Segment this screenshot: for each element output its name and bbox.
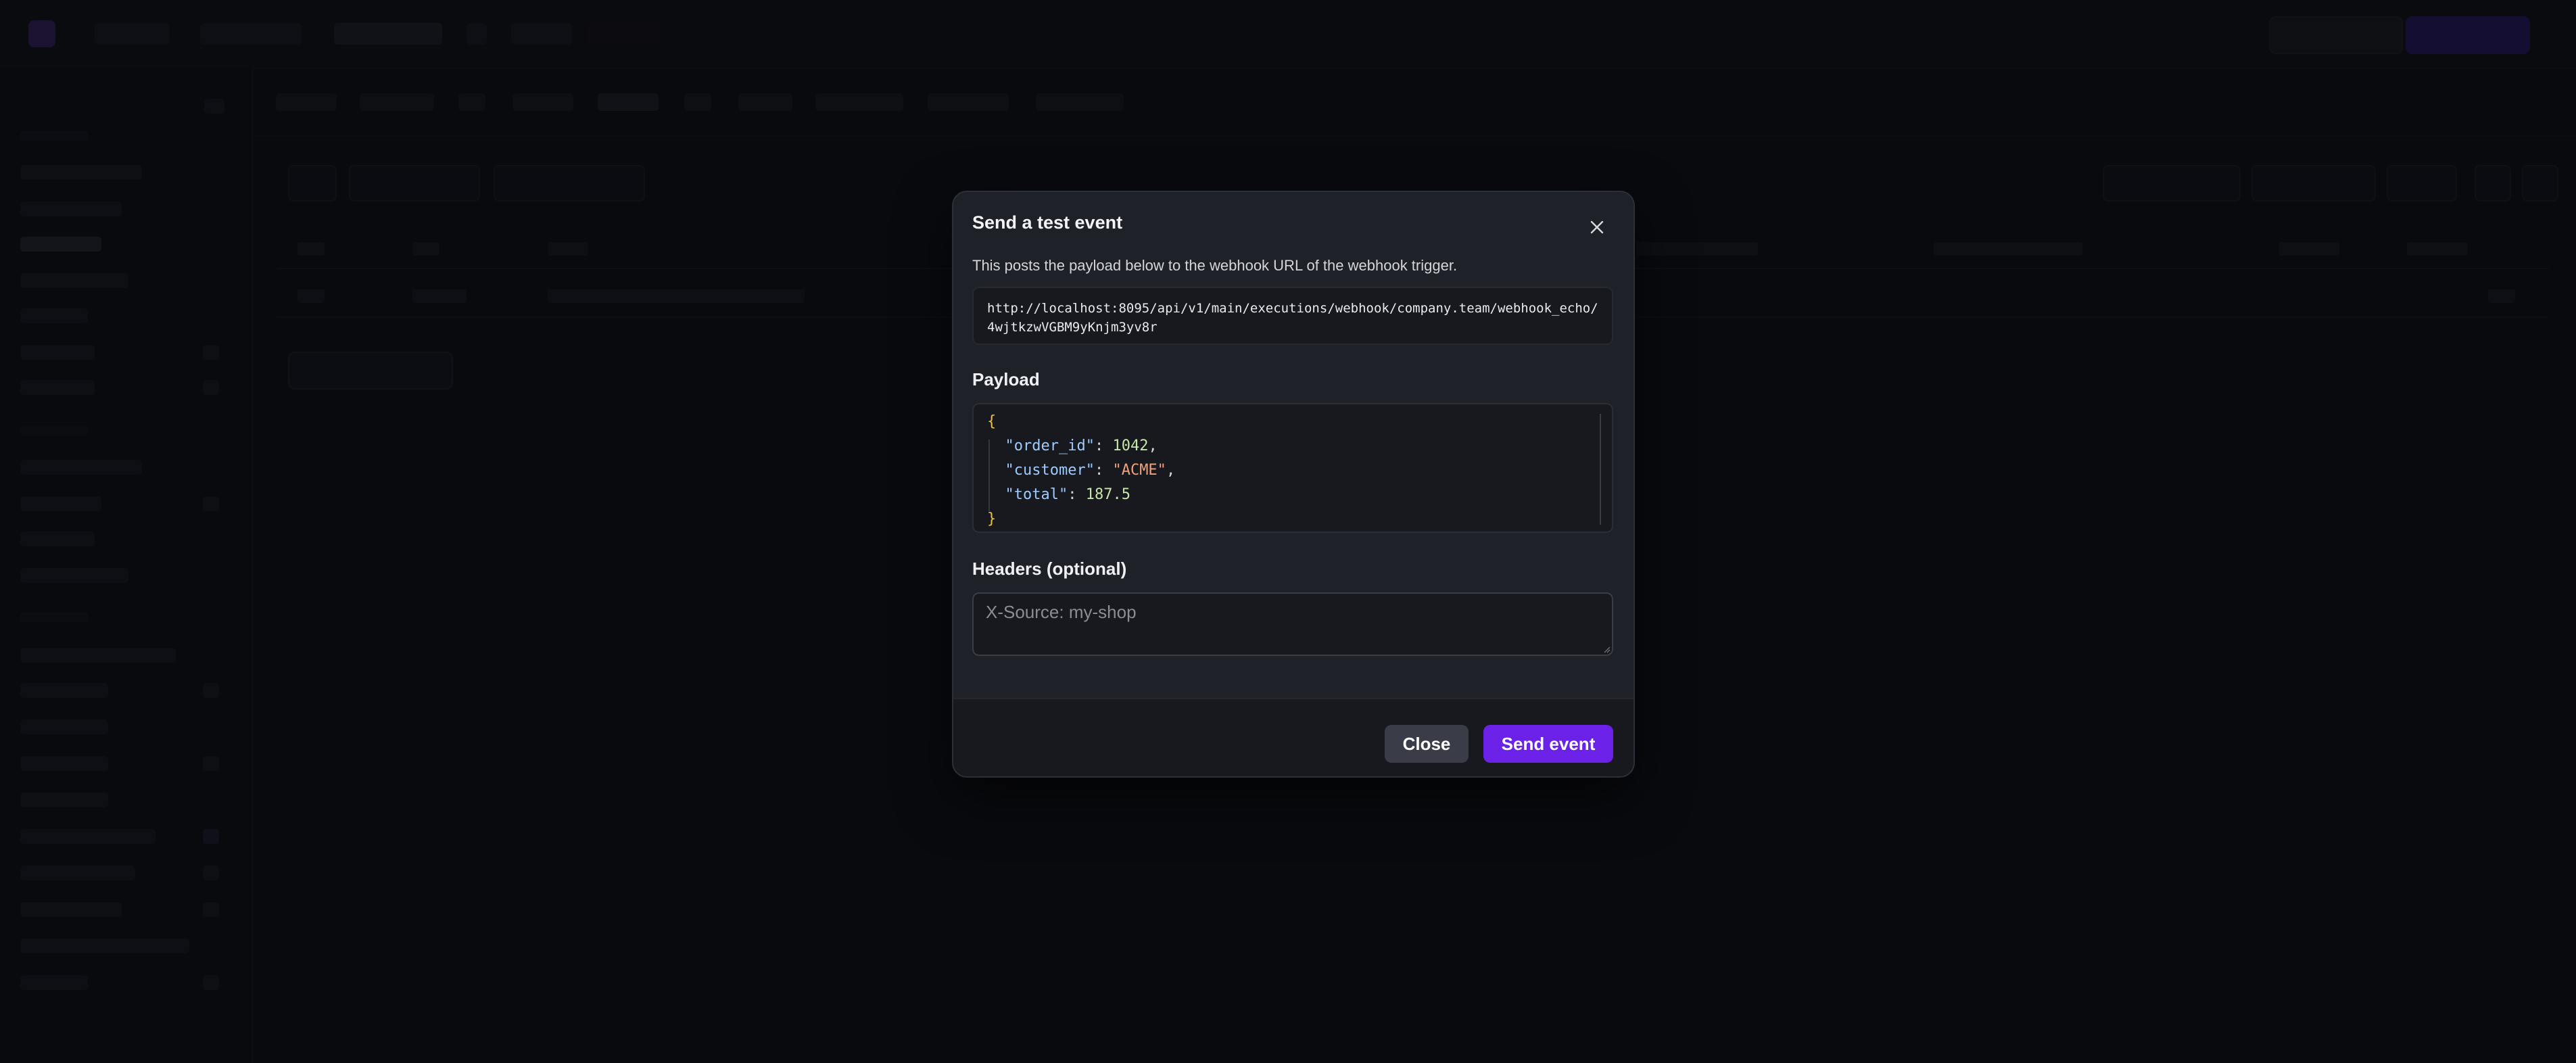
json-separator: : [1068,486,1086,503]
json-comma: , [1166,462,1176,479]
json-comma: , [1148,438,1158,454]
close-button[interactable]: Close [1385,725,1469,763]
close-icon-glyph [1590,220,1604,234]
code-line: "total": 187.5 [987,483,1175,507]
json-key: "customer" [1005,462,1095,479]
payload-code: { "order_id": 1042, "customer": "ACME", … [987,410,1175,532]
json-separator: : [1094,438,1113,454]
json-key: "order_id" [1005,438,1095,454]
dialog-title: Send a test event [972,212,1123,233]
payload-label: Payload [972,369,1040,389]
json-brace: } [987,511,997,527]
json-brace: { [987,413,997,430]
code-line: "order_id": 1042, [987,434,1175,458]
json-separator: : [1094,462,1113,479]
dialog-footer: Close Send event [953,698,1633,776]
json-key: "total" [1005,486,1068,503]
json-value: 1042 [1112,438,1149,454]
dialog-description: This posts the payload below to the webh… [972,257,1458,274]
code-line: "customer": "ACME", [987,458,1176,483]
headers-label: Headers (optional) [972,559,1127,579]
resize-grip-icon[interactable] [1602,645,1611,653]
close-icon[interactable] [1582,212,1612,242]
json-value: 187.5 [1085,486,1130,503]
send-event-button[interactable]: Send event [1483,725,1613,763]
payload-editor[interactable]: { "order_id": 1042, "customer": "ACME", … [972,403,1613,533]
headers-input[interactable] [972,592,1613,656]
code-line: } [987,507,1175,532]
webhook-url: http://localhost:8095/api/v1/main/execut… [972,287,1613,345]
code-line: { [987,410,1175,434]
json-value: "ACME" [1112,462,1166,479]
send-test-event-dialog: Send a test event This posts the payload… [952,191,1635,778]
editor-scrollbar[interactable] [1600,414,1601,525]
